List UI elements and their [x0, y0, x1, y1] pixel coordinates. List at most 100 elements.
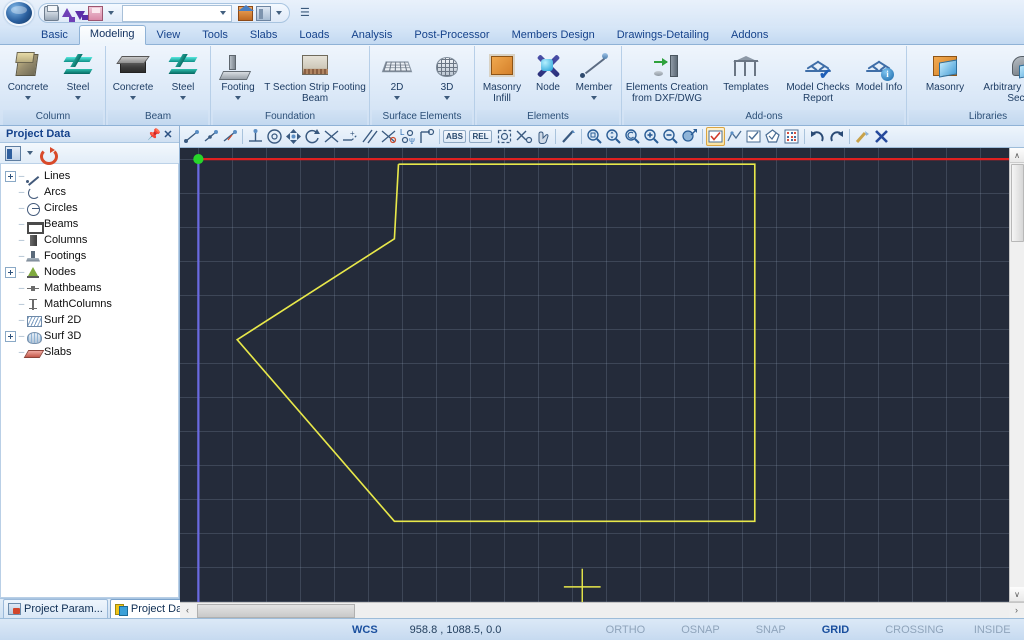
tree-item-surf-3d[interactable]: – Surf 3D: [1, 328, 178, 344]
up-arrow-icon[interactable]: [62, 8, 75, 22]
status-toggle-grid[interactable]: GRID: [816, 624, 856, 636]
chevron-down-icon[interactable]: [108, 11, 114, 15]
chevron-down-icon[interactable]: [276, 11, 282, 15]
tree-item-columns[interactable]: – Columns: [1, 232, 178, 248]
model-info-button[interactable]: i Model Info: [854, 48, 904, 94]
close-icon[interactable]: ✕: [161, 128, 175, 141]
perpendicular-tool-icon[interactable]: [246, 127, 265, 146]
masonry-library-button[interactable]: Masonry: [909, 48, 981, 94]
print-icon[interactable]: [44, 4, 59, 21]
tab-tools[interactable]: Tools: [191, 26, 239, 45]
polyline-tool-icon[interactable]: [201, 127, 220, 146]
parallel-tool-icon[interactable]: [360, 127, 379, 146]
tab-addons[interactable]: Addons: [720, 26, 779, 45]
tree-item-circles[interactable]: – Circles: [1, 200, 178, 216]
measure-tool-icon[interactable]: [417, 127, 436, 146]
status-toggle-ortho[interactable]: ORTHO: [600, 624, 652, 636]
tab-analysis[interactable]: Analysis: [340, 26, 403, 45]
zoom-all-icon[interactable]: [680, 127, 699, 146]
footing-button[interactable]: Footing: [213, 48, 263, 100]
tab-loads[interactable]: Loads: [288, 26, 340, 45]
app-menu-orb-button[interactable]: [4, 0, 34, 26]
line-tool-icon[interactable]: [182, 127, 201, 146]
extend-tool-icon[interactable]: +: [341, 127, 360, 146]
tree-item-mathbeams[interactable]: – Mathbeams: [1, 280, 178, 296]
chevron-down-icon[interactable]: [444, 95, 450, 100]
chevron-down-icon[interactable]: [235, 95, 241, 100]
line-cut-tool-icon[interactable]: [220, 127, 239, 146]
arbitrary-concrete-section-button[interactable]: Arbitrary Concrete Section: [981, 48, 1024, 104]
layer-check-icon[interactable]: [706, 127, 725, 146]
status-toggle-crossing[interactable]: CROSSING: [879, 624, 950, 636]
horizontal-scroll-thumb[interactable]: [197, 603, 355, 618]
undo-icon[interactable]: [808, 127, 827, 146]
circle-tool-icon[interactable]: [265, 127, 284, 146]
horizontal-scrollbar[interactable]: ‹ ›: [180, 602, 1024, 618]
steel-column-button[interactable]: Steel: [53, 48, 103, 100]
redo-icon[interactable]: [827, 127, 846, 146]
tree-item-beams[interactable]: – Beams: [1, 216, 178, 234]
chevron-down-icon[interactable]: [75, 95, 81, 100]
pin-icon[interactable]: 📌: [147, 128, 161, 141]
expand-icon[interactable]: [5, 170, 16, 182]
chevron-down-icon[interactable]: [220, 11, 226, 15]
select-box-icon[interactable]: [495, 127, 514, 146]
tab-basic[interactable]: Basic: [30, 26, 79, 45]
sidebar-tab-project-parameters[interactable]: Project Param...: [3, 599, 108, 618]
dxf-dwg-import-button[interactable]: Elements Creation from DXF/DWG: [624, 48, 710, 104]
templates-button[interactable]: Templates: [710, 48, 782, 94]
chevron-down-icon[interactable]: [25, 95, 31, 100]
chevron-down-icon[interactable]: [394, 95, 400, 100]
quick-access-combo[interactable]: [122, 4, 232, 22]
scroll-up-button[interactable]: ∧: [1009, 148, 1024, 163]
zoom-in-icon[interactable]: [642, 127, 661, 146]
chevron-down-icon[interactable]: [130, 95, 136, 100]
tab-post-processor[interactable]: Post-Processor: [403, 26, 500, 45]
status-toggle-osnap[interactable]: OSNAP: [675, 624, 726, 636]
vertical-scrollbar[interactable]: ∧ ∨: [1009, 148, 1024, 602]
home-icon[interactable]: [238, 4, 254, 21]
zoom-out-icon[interactable]: [661, 127, 680, 146]
save-icon[interactable]: [88, 5, 103, 21]
window-icon[interactable]: [256, 5, 271, 21]
tree-item-lines[interactable]: – Lines: [1, 168, 178, 184]
steel-beam-button[interactable]: Steel: [158, 48, 208, 100]
scroll-down-button[interactable]: ∨: [1009, 587, 1024, 602]
rotate-tool-icon[interactable]: [303, 127, 322, 146]
intersect-tool-icon[interactable]: [322, 127, 341, 146]
zoom-extents-icon[interactable]: [604, 127, 623, 146]
snap-length-tool-icon[interactable]: LΨ: [398, 127, 417, 146]
tree-item-surf-2d[interactable]: – Surf 2D: [1, 312, 178, 328]
tree-item-slabs[interactable]: – Slabs: [1, 344, 178, 360]
customize-quick-access-button[interactable]: ☰: [300, 8, 310, 19]
member-button[interactable]: Member: [569, 48, 619, 100]
abs-coord-icon[interactable]: ABS: [443, 127, 469, 146]
tree-item-footings[interactable]: – Footings: [1, 248, 178, 264]
layer-shape-icon[interactable]: [725, 127, 744, 146]
zoom-previous-icon[interactable]: [623, 127, 642, 146]
tab-slabs[interactable]: Slabs: [239, 26, 289, 45]
chevron-down-icon[interactable]: [180, 95, 186, 100]
trim-tool-icon[interactable]: [379, 127, 398, 146]
status-toggle-inside[interactable]: INSIDE: [968, 624, 1017, 636]
layer-visible-icon[interactable]: [744, 127, 763, 146]
tree-item-nodes[interactable]: – Nodes: [1, 264, 178, 280]
tab-drawings-detailing[interactable]: Drawings-Detailing: [606, 26, 720, 45]
drawing-canvas[interactable]: [180, 148, 1009, 602]
surface-3d-button[interactable]: 3D: [422, 48, 472, 100]
pan-hand-icon[interactable]: [533, 127, 552, 146]
t-section-strip-footing-beam-button[interactable]: T Section Strip Footing Beam: [263, 48, 367, 104]
tree-item-arcs[interactable]: – Arcs: [1, 184, 178, 200]
zoom-window-icon[interactable]: [585, 127, 604, 146]
masonry-infill-button[interactable]: Masonry Infill: [477, 48, 527, 104]
rel-coord-icon[interactable]: REL: [469, 127, 495, 146]
move-tool-icon[interactable]: [284, 127, 303, 146]
concrete-column-button[interactable]: Concrete: [3, 48, 53, 100]
tab-view[interactable]: View: [146, 26, 192, 45]
vertical-scroll-thumb[interactable]: [1010, 164, 1024, 242]
model-checks-report-button[interactable]: ✔ Model Checks Report: [782, 48, 854, 104]
scroll-right-button[interactable]: ›: [1009, 603, 1024, 618]
close-x-icon[interactable]: [872, 127, 891, 146]
chevron-down-icon[interactable]: [27, 151, 33, 155]
tab-modeling[interactable]: Modeling: [78, 25, 146, 45]
